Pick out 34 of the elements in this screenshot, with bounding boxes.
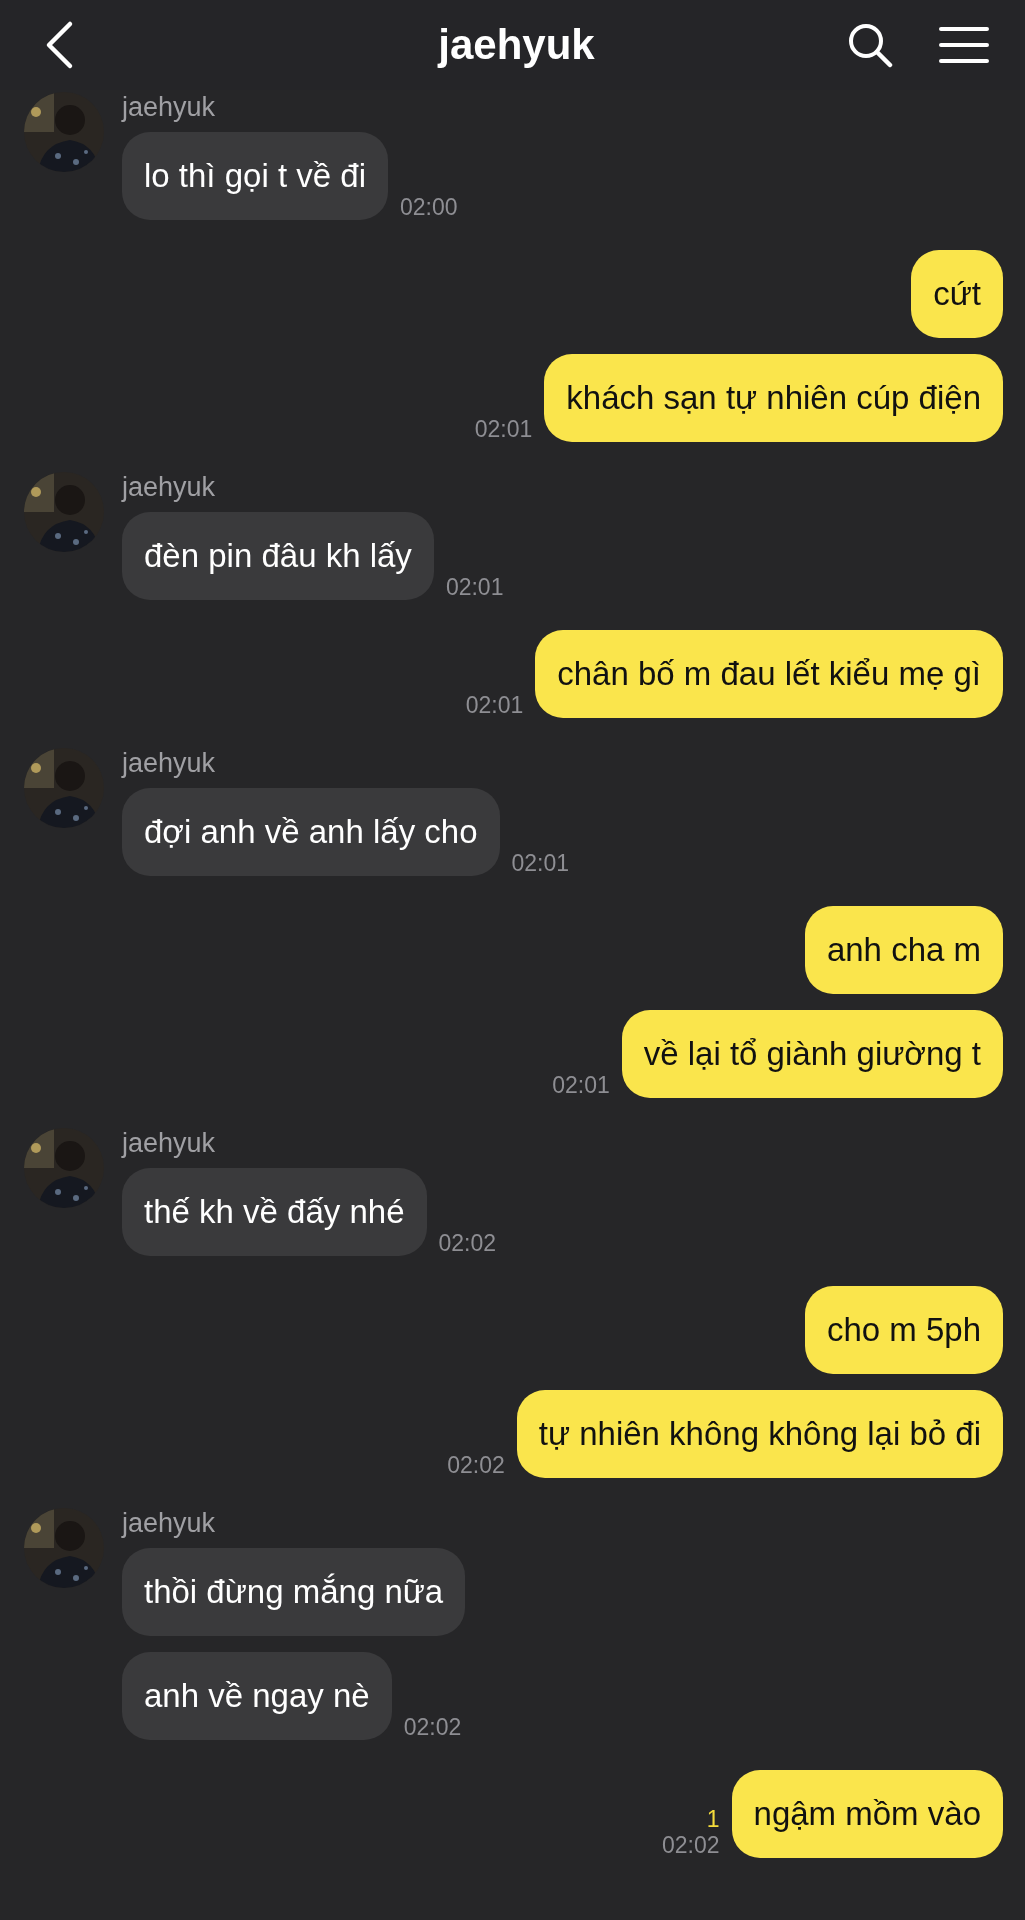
sender-name: jaehyuk [122,92,216,122]
message-bubble: ngậm mồm vào [731,1770,1003,1858]
menu-button[interactable] [939,25,989,65]
sender-name: jaehyuk [122,1128,216,1158]
message-bubble: chân bố m đau lết kiểu mẹ gì [535,630,1003,718]
message-time: 02:01 [465,692,524,718]
message-bubble: khách sạn tự nhiên cúp điện [544,354,1003,442]
back-button[interactable] [44,20,74,70]
message-bubble: anh cha m [804,906,1003,994]
message-time: 02:01 [552,1072,610,1098]
message-time: 02:00 [399,194,458,220]
chat-title: jaehyuk [438,21,595,69]
message-bubble: về lại tổ giành giường t [621,1010,1003,1098]
message-bubble: đợi anh về anh lấy cho [122,788,500,876]
message-time: 02:01 [445,574,504,600]
sender-name: jaehyuk [122,472,216,502]
message-bubble: đèn pin đâu kh lấy [122,512,434,600]
message-time: 02:01 [474,416,533,442]
message-bubble: cho m 5ph [804,1286,1003,1374]
message-bubble: thồi đừng mắng nữa [122,1548,466,1636]
message-time: 02:02 [403,1714,462,1740]
message-bubble: anh về ngay nè [122,1652,392,1740]
search-button[interactable] [847,22,893,68]
message-time: 02:02 [438,1230,497,1256]
message-bubble: tự nhiên không không lại bỏ đi [516,1390,1003,1478]
message-time: 02:01 [511,850,570,876]
message-time: 02:02 [662,1832,720,1858]
message-bubble: thế kh về đấy nhé [122,1168,427,1256]
unread-count: 1 [706,1806,720,1832]
message-bubble: lo thì gọi t về đi [122,132,388,220]
message-bubble: cứt [911,250,1003,338]
sender-name: jaehyuk [122,1508,216,1538]
message-time: 02:02 [447,1452,505,1478]
sender-name: jaehyuk [122,748,216,778]
